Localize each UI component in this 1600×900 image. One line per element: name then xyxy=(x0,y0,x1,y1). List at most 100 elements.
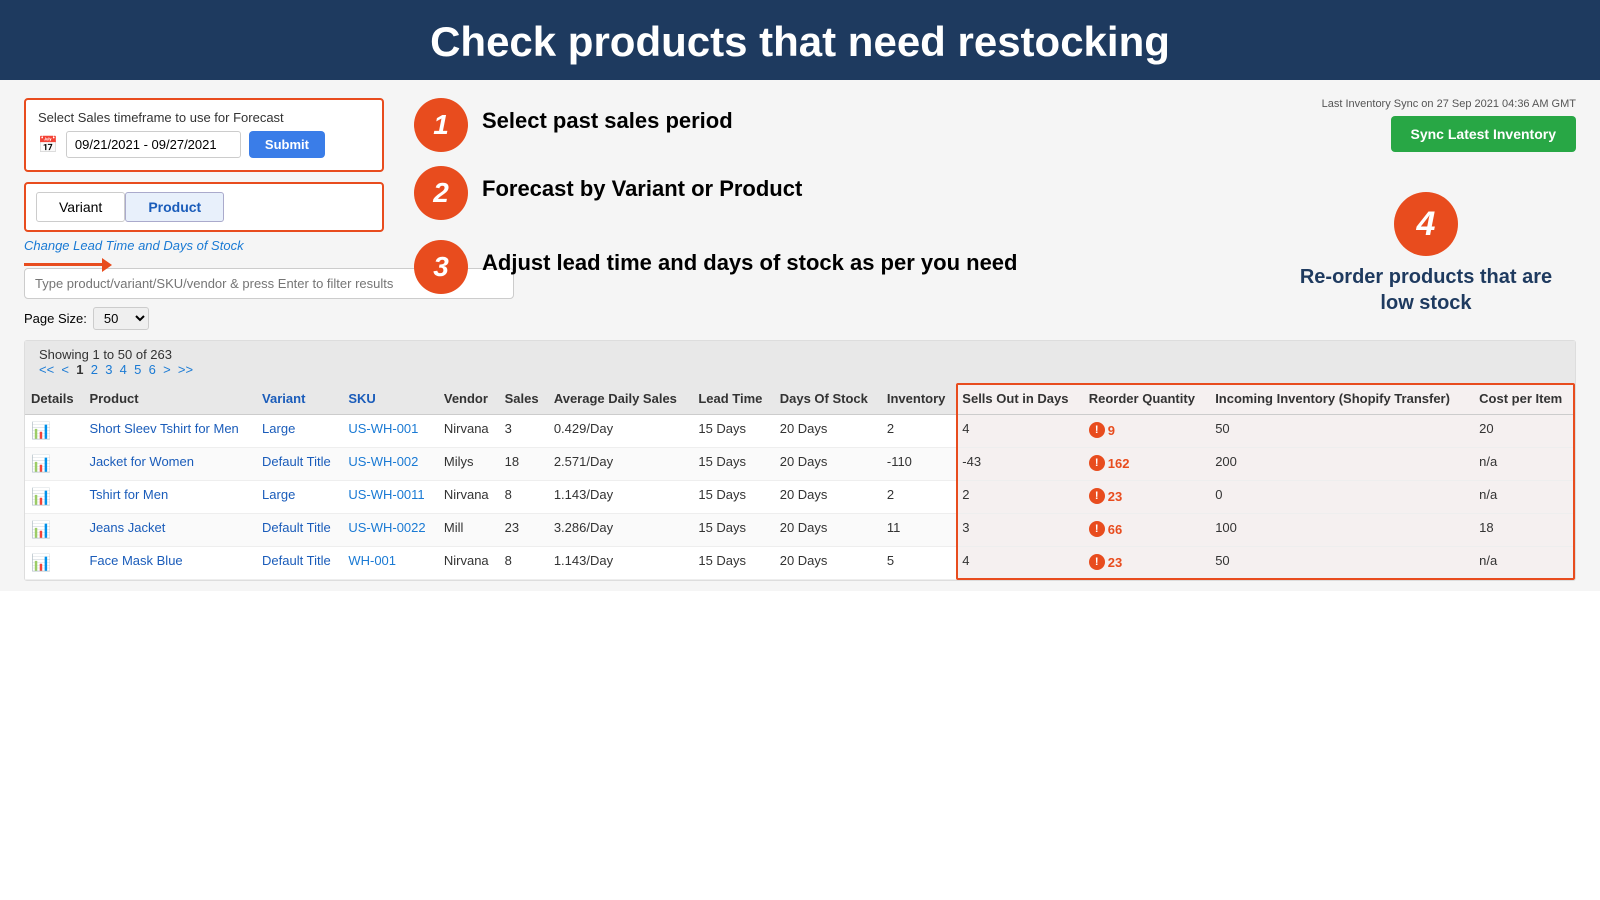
pg-6[interactable]: 6 xyxy=(149,362,156,377)
incoming-value: 200 xyxy=(1215,454,1237,469)
sales-value: 3 xyxy=(505,421,512,436)
arrow-row xyxy=(24,263,404,266)
chart-icon[interactable]: 📊 xyxy=(31,555,51,572)
lead-time-value: 15 Days xyxy=(698,520,746,535)
submit-button[interactable]: Submit xyxy=(249,131,325,158)
th-incoming-inventory: Incoming Inventory (Shopify Transfer) xyxy=(1209,383,1473,415)
pg-2[interactable]: 2 xyxy=(91,362,98,377)
showing-count: Showing 1 to 50 of 263 xyxy=(39,347,1561,362)
table-row: 📊 Jeans Jacket Default Title US-WH-0022 Mill… xyxy=(25,514,1575,547)
lead-time-value: 15 Days xyxy=(698,487,746,502)
pg-5[interactable]: 5 xyxy=(134,362,141,377)
tab-variant[interactable]: Variant xyxy=(36,192,125,222)
table-header-row: DetailsProductVariantSKUVendorSalesAvera… xyxy=(25,383,1575,415)
table-section: Showing 1 to 50 of 263 << < 1 2 3 4 5 6 … xyxy=(24,340,1576,581)
step2-circle: 2 xyxy=(414,166,468,220)
sales-value: 23 xyxy=(505,520,519,535)
variant-value[interactable]: Default Title xyxy=(262,553,331,568)
sells-out-value: -43 xyxy=(962,454,981,469)
sync-info: Last Inventory Sync on 27 Sep 2021 04:36… xyxy=(1276,98,1576,110)
sku-value[interactable]: US-WH-002 xyxy=(348,454,418,469)
avg-daily-value: 0.429/Day xyxy=(554,421,613,436)
step3-annotation: 3 Adjust lead time and days of stock as … xyxy=(414,240,1276,294)
sync-button[interactable]: Sync Latest Inventory xyxy=(1391,116,1577,152)
vendor-value: Nirvana xyxy=(444,487,489,502)
th-lead-time: Lead Time xyxy=(692,383,773,415)
variant-value[interactable]: Default Title xyxy=(262,454,331,469)
inventory-value: 2 xyxy=(887,487,894,502)
pg-first[interactable]: << xyxy=(39,362,54,377)
cost-value: 18 xyxy=(1479,520,1493,535)
reorder-badge: !9 xyxy=(1089,422,1115,438)
sells-out-value: 3 xyxy=(962,520,969,535)
sales-value: 18 xyxy=(505,454,519,469)
vendor-value: Milys xyxy=(444,454,474,469)
th-sells-out-in-days: Sells Out in Days xyxy=(956,383,1082,415)
th-variant: Variant xyxy=(256,383,342,415)
page-size-select[interactable]: 50 100 200 xyxy=(93,307,149,330)
product-link[interactable]: Face Mask Blue xyxy=(89,553,182,568)
right-col: Last Inventory Sync on 27 Sep 2021 04:36… xyxy=(1276,98,1576,316)
sales-value: 8 xyxy=(505,553,512,568)
step1-text: Select past sales period xyxy=(482,98,733,134)
step3-text: Adjust lead time and days of stock as pe… xyxy=(482,240,1017,276)
sku-value[interactable]: US-WH-0011 xyxy=(348,487,424,502)
calendar-icon: 📅 xyxy=(38,135,58,155)
th-reorder-quantity: Reorder Quantity xyxy=(1083,383,1209,415)
chart-icon[interactable]: 📊 xyxy=(31,522,51,539)
pg-prev[interactable]: < xyxy=(61,362,69,377)
page-size-row: Page Size: 50 100 200 xyxy=(24,307,404,330)
sku-value[interactable]: US-WH-001 xyxy=(348,421,418,436)
timeframe-label: Select Sales timeframe to use for Foreca… xyxy=(38,110,370,125)
variant-value[interactable]: Large xyxy=(262,487,295,502)
th-details: Details xyxy=(25,383,83,415)
step1-circle: 1 xyxy=(414,98,468,152)
days-stock-value: 20 Days xyxy=(780,421,828,436)
th-product: Product xyxy=(83,383,256,415)
top-row: Select Sales timeframe to use for Foreca… xyxy=(24,98,1576,330)
timeframe-row: 📅 Submit xyxy=(38,131,370,158)
sku-value[interactable]: US-WH-0022 xyxy=(348,520,425,535)
pg-4[interactable]: 4 xyxy=(120,362,127,377)
table-info: Showing 1 to 50 of 263 << < 1 2 3 4 5 6 … xyxy=(25,341,1575,383)
table-outer-wrap: Showing 1 to 50 of 263 << < 1 2 3 4 5 6 … xyxy=(24,340,1576,581)
reorder-badge: !162 xyxy=(1089,455,1130,471)
step3-circle: 3 xyxy=(414,240,468,294)
data-table: DetailsProductVariantSKUVendorSalesAvera… xyxy=(25,383,1575,580)
product-link[interactable]: Short Sleev Tshirt for Men xyxy=(89,421,238,436)
vendor-value: Mill xyxy=(444,520,464,535)
product-link[interactable]: Jeans Jacket xyxy=(89,520,165,535)
th-days-of-stock: Days Of Stock xyxy=(774,383,881,415)
avg-daily-value: 1.143/Day xyxy=(554,487,613,502)
date-input[interactable] xyxy=(66,131,241,158)
step2-text: Forecast by Variant or Product xyxy=(482,166,802,202)
page-header: Check products that need restocking xyxy=(0,0,1600,80)
pg-3[interactable]: 3 xyxy=(105,362,112,377)
lead-time-value: 15 Days xyxy=(698,421,746,436)
annotations-col: 1 Select past sales period 2 Forecast by… xyxy=(404,98,1276,308)
change-lead-time-link[interactable]: Change Lead Time and Days of Stock xyxy=(24,238,404,253)
lead-time-value: 15 Days xyxy=(698,454,746,469)
variant-value[interactable]: Large xyxy=(262,421,295,436)
pg-last[interactable]: >> xyxy=(178,362,193,377)
sku-value[interactable]: WH-001 xyxy=(348,553,396,568)
pg-1[interactable]: 1 xyxy=(76,362,83,377)
avg-daily-value: 3.286/Day xyxy=(554,520,613,535)
page-size-label: Page Size: xyxy=(24,311,87,326)
pagination[interactable]: << < 1 2 3 4 5 6 > >> xyxy=(39,362,1561,377)
pg-next[interactable]: > xyxy=(163,362,171,377)
reorder-badge: !23 xyxy=(1089,488,1122,504)
inventory-value: 5 xyxy=(887,553,894,568)
chart-icon[interactable]: 📊 xyxy=(31,456,51,473)
chart-icon[interactable]: 📊 xyxy=(31,489,51,506)
incoming-value: 50 xyxy=(1215,421,1229,436)
product-link[interactable]: Jacket for Women xyxy=(89,454,194,469)
product-link[interactable]: Tshirt for Men xyxy=(89,487,168,502)
th-avg-daily-sales: Average Daily Sales xyxy=(548,383,693,415)
tabs-box: Variant Product xyxy=(24,182,384,232)
chart-icon[interactable]: 📊 xyxy=(31,423,51,440)
step4-circle: 4 xyxy=(1394,192,1458,256)
variant-value[interactable]: Default Title xyxy=(262,520,331,535)
tab-product[interactable]: Product xyxy=(125,192,224,222)
days-stock-value: 20 Days xyxy=(780,454,828,469)
